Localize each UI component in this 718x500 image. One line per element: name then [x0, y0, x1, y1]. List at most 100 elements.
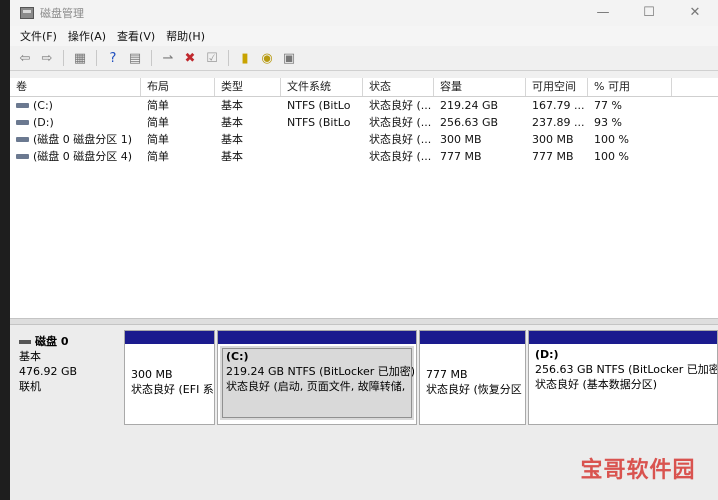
partition-status: 状态良好 (恢复分区: [426, 383, 522, 396]
toolbar: ⇦ ⇨ ▦? ▤ ⇀ ✖ ☑ ▮ ◉ ▣: [10, 46, 718, 71]
partition-d[interactable]: (D:) 256.63 GB NTFS (BitLocker 已加密) 状态良好…: [528, 330, 718, 425]
cell-volume: (D:): [10, 114, 141, 131]
cell-capacity: 777 MB: [440, 150, 482, 163]
cell-percent-free: 93 %: [594, 116, 622, 129]
cell-type: 基本: [221, 116, 243, 129]
volume-icon: [16, 136, 29, 142]
column-header-volume[interactable]: 卷: [10, 78, 141, 96]
disk-management-icon: [20, 7, 34, 19]
toolbar-separator: [151, 50, 152, 66]
partition-label: (D:): [535, 348, 559, 361]
cell-status: 状态良好 (...: [369, 150, 432, 163]
cell-status: 状态良好 (...: [369, 116, 432, 129]
volume-icon: [16, 119, 29, 125]
table-row[interactable]: (D:) 简单 基本 NTFS (BitLo 状态良好 (... 256.63 GB 237…: [10, 114, 718, 131]
partition-status: 状态良好 (启动, 页面文件, 故障转储,: [226, 380, 406, 393]
title-bar: 磁盘管理 — ☐ ✕: [10, 0, 718, 26]
menu-view[interactable]: 查看(V): [117, 28, 155, 44]
menu-action[interactable]: 操作(A): [68, 28, 106, 44]
connect-icon[interactable]: ⇀: [159, 49, 177, 67]
partition-body: 300 MB 状态良好 (EFI 系: [125, 344, 214, 397]
cell-percent-free: 100 %: [594, 133, 629, 146]
partition-label: (C:): [226, 350, 249, 363]
minimize-button[interactable]: —: [580, 0, 626, 26]
cell-layout: 简单: [147, 116, 169, 129]
column-header-filler: [672, 78, 718, 96]
cell-capacity: 256.63 GB: [440, 116, 499, 129]
table-row[interactable]: (C:) 简单 基本 NTFS (BitLo 状态良好 (... 219.24 GB 167…: [10, 97, 718, 114]
partition-body: (C:) 219.24 GB NTFS (BitLocker 已加密) 状态良好…: [220, 346, 414, 420]
cell-volume: (磁盘 0 磁盘分区 4): [10, 148, 141, 165]
column-header-capacity[interactable]: 容量: [434, 78, 526, 96]
help-icon[interactable]: ?: [104, 49, 122, 67]
disk-size: 476.92 GB: [19, 365, 78, 378]
cell-filesystem: NTFS (BitLo: [287, 116, 351, 129]
volume-name: (C:): [33, 99, 53, 112]
column-header-type[interactable]: 类型: [215, 78, 281, 96]
cell-capacity: 300 MB: [440, 133, 482, 146]
menu-help[interactable]: 帮助(H): [166, 28, 205, 44]
cell-free-space: 237.89 ...: [532, 116, 585, 129]
cell-filesystem: NTFS (BitLo: [287, 99, 351, 112]
partition-size: 777 MB: [426, 368, 468, 381]
cell-free-space: 167.79 ...: [532, 99, 585, 112]
cell-percent-free: 77 %: [594, 99, 622, 112]
forward-arrow-icon[interactable]: ⇨: [38, 49, 56, 67]
partition-bar: [218, 331, 416, 344]
partition-c[interactable]: (C:) 219.24 GB NTFS (BitLocker 已加密) 状态良好…: [217, 330, 417, 425]
column-header-free-space[interactable]: 可用空间: [526, 78, 588, 96]
cell-layout: 简单: [147, 99, 169, 112]
partition-bar: [529, 331, 717, 344]
check-icon[interactable]: ☑: [203, 49, 221, 67]
partition-size: 300 MB: [131, 368, 173, 381]
volume-name: (磁盘 0 磁盘分区 4): [33, 150, 133, 163]
cell-volume: (磁盘 0 磁盘分区 1): [10, 131, 141, 148]
cell-status: 状态良好 (...: [369, 133, 432, 146]
disk-name-row: 磁盘 0: [19, 334, 124, 349]
volume-name: (D:): [33, 116, 54, 129]
menu-file[interactable]: 文件(F): [20, 28, 57, 44]
file-icon[interactable]: ▮: [236, 49, 254, 67]
delete-icon[interactable]: ✖: [181, 49, 199, 67]
pane-splitter[interactable]: [10, 318, 718, 325]
volume-list: 卷 布局 类型 文件系统 状态 容量 可用空间 % 可用 (C:) 简单 基本 NTF…: [10, 78, 718, 318]
volume-icon: [16, 102, 29, 108]
cell-type: 基本: [221, 133, 243, 146]
cell-layout: 简单: [147, 133, 169, 146]
properties-icon[interactable]: ▤: [126, 49, 144, 67]
partition-status: 状态良好 (EFI 系: [131, 383, 214, 396]
table-row[interactable]: (磁盘 0 磁盘分区 4) 简单 基本 状态良好 (... 777 MB 777 MB 10…: [10, 148, 718, 165]
partition-size: 219.24 GB NTFS (BitLocker 已加密): [226, 365, 414, 378]
cell-filesystem: [281, 148, 363, 165]
disk-type: 基本: [19, 350, 41, 363]
partition-size: 256.63 GB NTFS (BitLocker 已加密): [535, 363, 717, 376]
partition-recovery[interactable]: 777 MB 状态良好 (恢复分区: [419, 330, 526, 425]
list-view-icon[interactable]: ▦: [71, 49, 89, 67]
cell-type: 基本: [221, 99, 243, 112]
close-button[interactable]: ✕: [672, 0, 718, 26]
partition-status: 状态良好 (基本数据分区): [535, 378, 658, 391]
cell-free-space: 300 MB: [532, 133, 574, 146]
cell-filesystem: [281, 131, 363, 148]
disk-map: 磁盘 0 基本 476.92 GB 联机 300 MB 状态良好 (EFI 系 …: [10, 325, 718, 500]
back-arrow-icon[interactable]: ⇦: [16, 49, 34, 67]
cell-type: 基本: [221, 150, 243, 163]
disk-0-info[interactable]: 磁盘 0 基本 476.92 GB 联机: [10, 330, 124, 425]
watermark-logo: 宝哥软件园: [568, 448, 708, 488]
column-header-percent-free[interactable]: % 可用: [588, 78, 672, 96]
toolbar-separator: [228, 50, 229, 66]
cell-capacity: 219.24 GB: [440, 99, 499, 112]
column-header-layout[interactable]: 布局: [141, 78, 215, 96]
column-header-filesystem[interactable]: 文件系统: [281, 78, 363, 96]
partition-body: 777 MB 状态良好 (恢复分区: [420, 344, 525, 397]
panel-icon[interactable]: ▣: [280, 49, 298, 67]
cell-status: 状态良好 (...: [369, 99, 432, 112]
maximize-button[interactable]: ☐: [626, 0, 672, 26]
partition-efi[interactable]: 300 MB 状态良好 (EFI 系: [124, 330, 215, 425]
cell-volume: (C:): [10, 97, 141, 114]
search-icon[interactable]: ◉: [258, 49, 276, 67]
disk-management-window: 磁盘管理 — ☐ ✕ 文件(F) 操作(A) 查看(V) 帮助(H) ⇦ ⇨ ▦? ▤…: [10, 0, 718, 500]
column-headers: 卷 布局 类型 文件系统 状态 容量 可用空间 % 可用: [10, 78, 718, 97]
table-row[interactable]: (磁盘 0 磁盘分区 1) 简单 基本 状态良好 (... 300 MB 300 MB 10…: [10, 131, 718, 148]
column-header-status[interactable]: 状态: [363, 78, 434, 96]
